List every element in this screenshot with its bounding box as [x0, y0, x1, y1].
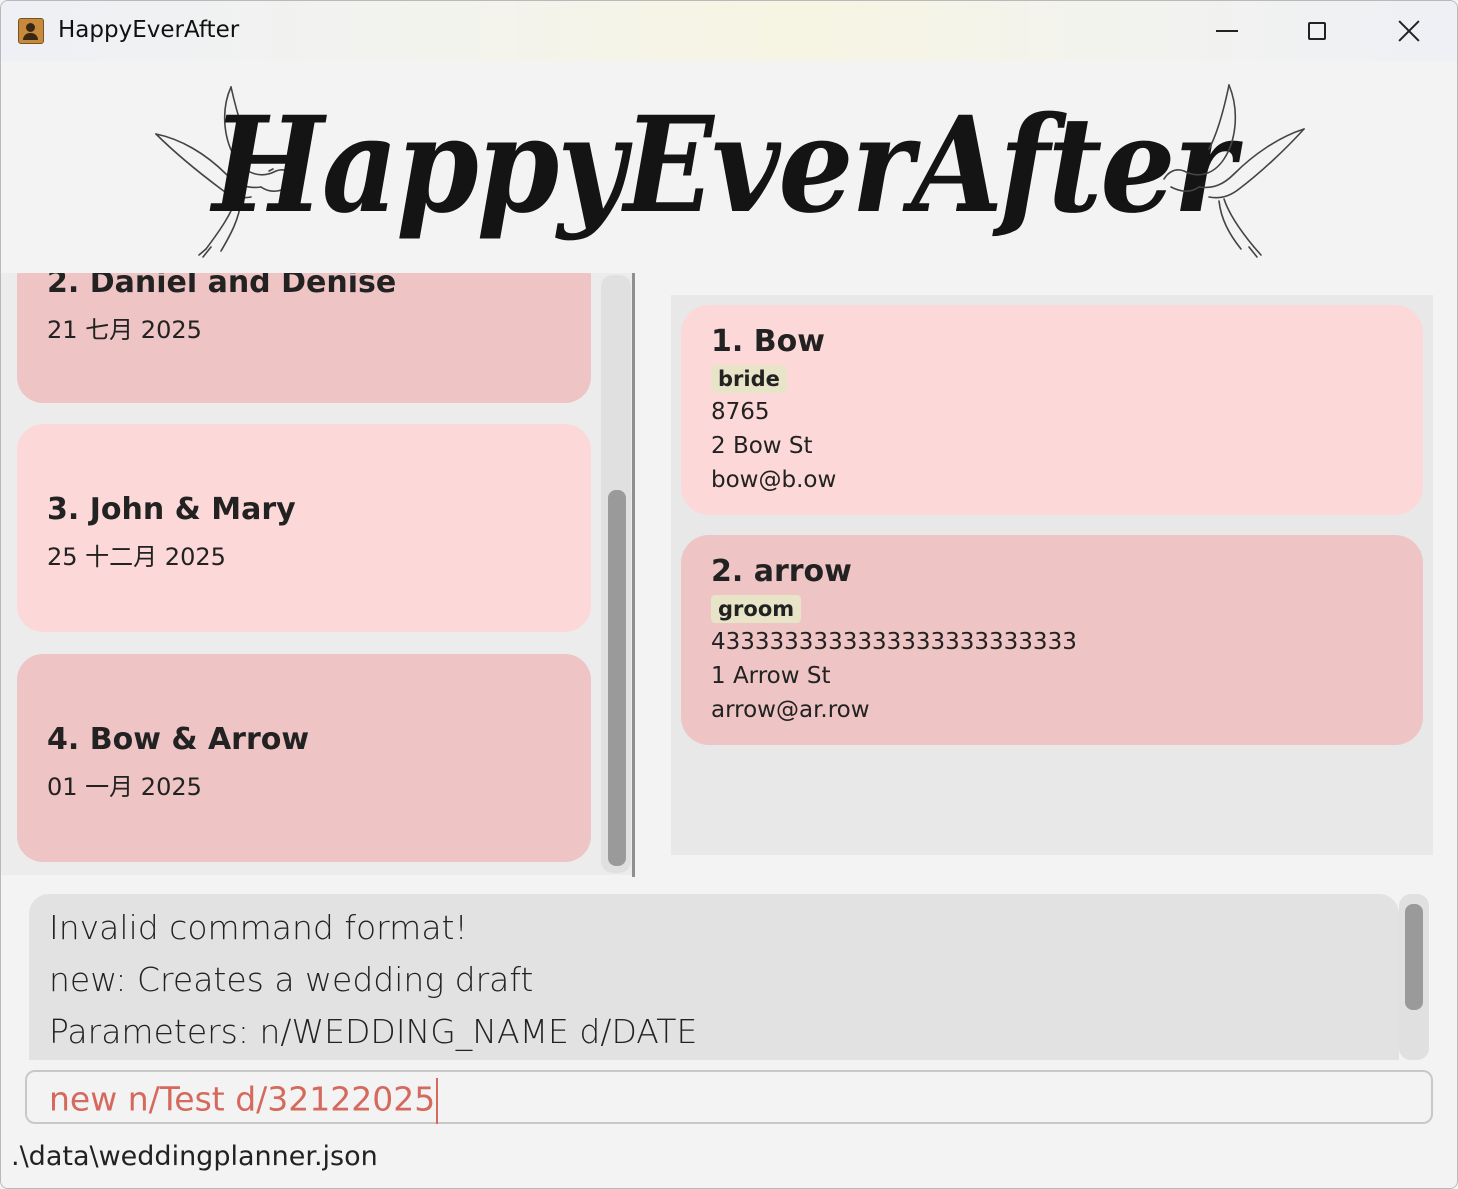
command-input-value: new n/Test d/32122025 [49, 1079, 436, 1119]
command-input-text-wrap: new n/Test d/32122025 [49, 1078, 439, 1124]
maximize-icon [1308, 22, 1326, 40]
person-card[interactable]: 2. arrow groom 4333333333333333333333333… [681, 535, 1423, 745]
command-input[interactable]: new n/Test d/32122025 [25, 1070, 1433, 1124]
person-address: 1 Arrow St [711, 663, 831, 689]
person-list[interactable]: 1. Bow bride 8765 2 Bow St bow@b.ow 2. a… [671, 295, 1433, 855]
wedding-name: 4. Bow & Arrow [47, 722, 310, 757]
wedding-list-scrollbar[interactable] [601, 275, 631, 873]
person-phone: 8765 [711, 399, 770, 425]
title-bar: HappyEverAfter [1, 1, 1457, 61]
wedding-card[interactable]: 2. Daniel and Denise 21 七月 2025 [17, 273, 591, 403]
person-tag: groom [711, 595, 802, 623]
banner-logo: HappyEverAfter [212, 86, 1235, 242]
close-button[interactable] [1363, 1, 1455, 61]
person-list-panel: 1. Bow bride 8765 2 Bow St bow@b.ow 2. a… [649, 273, 1455, 875]
wedding-date: 21 七月 2025 [47, 316, 202, 344]
wedding-card[interactable]: 3. John & Mary 25 十二月 2025 [17, 424, 591, 632]
result-line: new: Creates a wedding draft [49, 960, 534, 999]
app-contact-icon [18, 18, 44, 44]
status-bar: .\data\weddingplanner.json [1, 1129, 1457, 1188]
result-scrollbar[interactable] [1399, 894, 1429, 1060]
maximize-button[interactable] [1271, 1, 1363, 61]
text-caret [436, 1078, 439, 1124]
person-name: 2. arrow [711, 554, 852, 589]
wedding-list-panel[interactable]: 2. Daniel and Denise 21 七月 2025 3. John … [1, 273, 633, 875]
close-icon [1397, 19, 1421, 43]
person-tag: bride [711, 365, 787, 393]
wedding-date: 01 一月 2025 [47, 773, 202, 801]
save-location: .\data\weddingplanner.json [11, 1141, 378, 1172]
panel-divider[interactable] [632, 273, 635, 877]
window-title: HappyEverAfter [58, 17, 240, 43]
app-window: HappyEverAfter HappyEverAfter 2. Daniel … [0, 0, 1458, 1189]
result-line: Invalid command format! [49, 908, 468, 947]
minimize-icon [1216, 30, 1238, 32]
wedding-date: 25 十二月 2025 [47, 543, 226, 571]
result-scroll-thumb[interactable] [1405, 904, 1423, 1010]
wedding-list-scroll-thumb[interactable] [608, 490, 626, 866]
result-line: Parameters: n/WEDDING_NAME d/DATE [49, 1012, 698, 1051]
banner: HappyEverAfter [1, 61, 1457, 273]
wedding-name: 3. John & Mary [47, 492, 296, 527]
person-address: 2 Bow St [711, 433, 813, 459]
dove-right-icon [1163, 84, 1305, 258]
person-card[interactable]: 1. Bow bride 8765 2 Bow St bow@b.ow [681, 305, 1423, 515]
wedding-card[interactable]: 4. Bow & Arrow 01 一月 2025 [17, 654, 591, 862]
minimize-button[interactable] [1181, 1, 1273, 61]
person-phone: 4333333333333333333333333 [711, 629, 1077, 655]
person-email: bow@b.ow [711, 467, 837, 493]
person-name: 1. Bow [711, 324, 825, 359]
wedding-name: 2. Daniel and Denise [47, 273, 397, 300]
result-display[interactable]: Invalid command format! new: Creates a w… [29, 894, 1399, 1060]
person-email: arrow@ar.row [711, 697, 870, 723]
